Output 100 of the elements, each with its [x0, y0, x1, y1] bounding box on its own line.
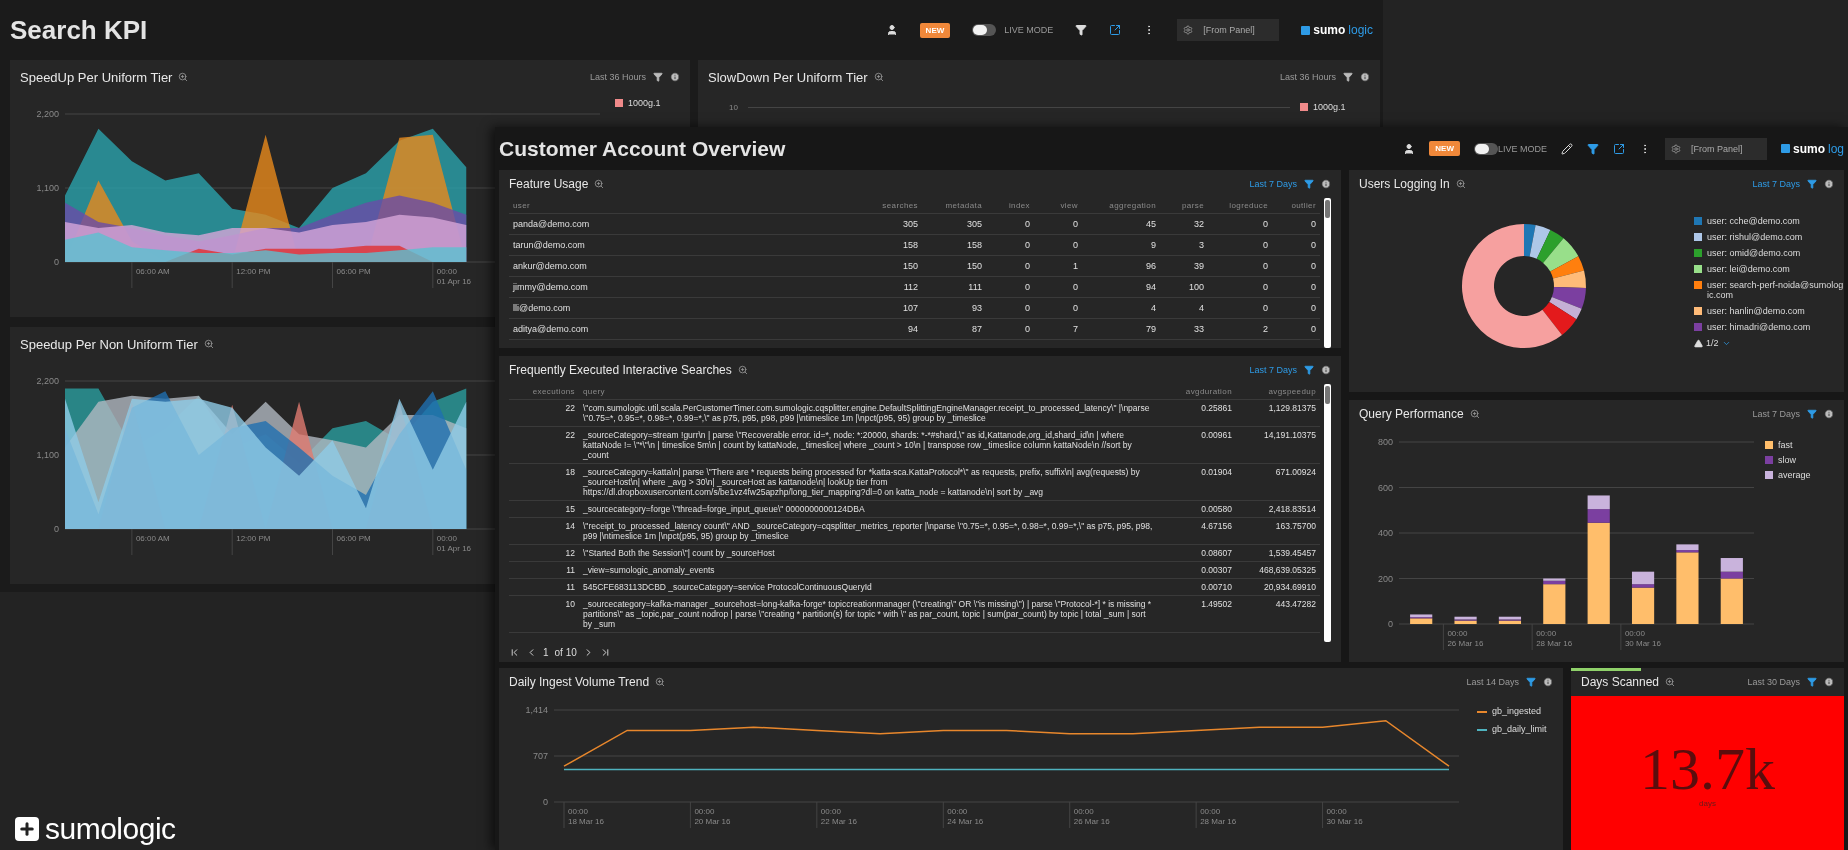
axis-tick-label: 707	[532, 751, 548, 761]
time-range[interactable]: Last 30 Days	[1747, 677, 1800, 687]
column-header[interactable]: searches	[858, 198, 922, 214]
column-header[interactable]: aggregation	[1082, 198, 1160, 214]
filter-icon[interactable]	[653, 72, 663, 82]
pencil-icon[interactable]	[1560, 142, 1573, 155]
info-icon[interactable]	[1360, 72, 1370, 82]
column-header[interactable]: executions	[509, 384, 579, 400]
live-mode-toggle[interactable]	[972, 24, 997, 36]
table-cell: 0	[1272, 234, 1320, 256]
column-header[interactable]: view	[1034, 198, 1082, 214]
table-cell: 94	[858, 318, 922, 340]
info-icon[interactable]	[1824, 409, 1834, 419]
info-icon[interactable]	[670, 72, 680, 82]
panel-title: SlowDown Per Uniform Tier	[708, 69, 868, 85]
zoom-icon[interactable]	[1455, 179, 1466, 189]
column-header[interactable]: user	[509, 198, 858, 214]
page-number[interactable]: 1	[543, 646, 549, 658]
user-icon[interactable]	[885, 24, 898, 36]
axis-tick-label: 00:00 20 Mar 16	[694, 807, 731, 826]
info-icon[interactable]	[1543, 677, 1553, 687]
filter-icon[interactable]	[1586, 142, 1599, 155]
zoom-icon[interactable]	[873, 72, 884, 82]
table-cell: 0.08607	[1158, 544, 1236, 562]
page-up-icon[interactable]	[1694, 338, 1703, 348]
table-cell: 4.67156	[1158, 517, 1236, 545]
live-mode-toggle[interactable]	[1473, 142, 1498, 155]
panel-field[interactable]: [From Panel]	[1664, 137, 1767, 160]
table-cell: 0	[986, 213, 1034, 235]
scrollbar[interactable]	[1324, 198, 1331, 348]
info-icon[interactable]	[1824, 179, 1834, 189]
table-cell: 3	[1160, 234, 1208, 256]
table-cell: 468,639.05325	[1236, 561, 1320, 579]
legend-label: gb_daily_limit	[1492, 724, 1547, 734]
legend-label: average	[1778, 470, 1811, 480]
share-icon[interactable]	[1109, 24, 1122, 36]
time-range[interactable]: Last 14 Days	[1466, 677, 1519, 687]
info-icon[interactable]	[1321, 179, 1331, 189]
column-header[interactable]: parse	[1160, 198, 1208, 214]
time-range[interactable]: Last 36 Hours	[1279, 72, 1336, 82]
column-header[interactable]: index	[986, 198, 1034, 214]
table-cell: 11	[509, 578, 579, 596]
table-cell: 0.00580	[1158, 500, 1236, 518]
table-cell: 671.00924	[1236, 463, 1320, 501]
column-header[interactable]: outlier	[1272, 198, 1320, 214]
table-cell: 4	[1160, 297, 1208, 319]
scrollbar[interactable]	[1324, 384, 1331, 642]
settings-icon	[1670, 143, 1681, 154]
legend-label: slow	[1778, 455, 1796, 465]
axis-tick-label: 600	[1377, 482, 1393, 493]
zoom-icon[interactable]	[655, 677, 666, 687]
column-header[interactable]: metadata	[922, 198, 986, 214]
zoom-icon[interactable]	[203, 339, 214, 349]
column-header[interactable]: avgspeedup	[1236, 384, 1320, 400]
table-cell: 0	[1272, 213, 1320, 235]
table-cell: 0	[1208, 255, 1272, 277]
table-cell: 18	[509, 463, 579, 501]
table-cell: 100	[1160, 276, 1208, 298]
info-icon[interactable]	[1321, 365, 1331, 375]
column-header[interactable]: logreduce	[1208, 198, 1272, 214]
time-range[interactable]: Last 36 Hours	[589, 72, 646, 82]
table-cell: 32	[1160, 213, 1208, 235]
table-cell: 0	[1208, 213, 1272, 235]
zoom-icon[interactable]	[737, 365, 748, 375]
table-cell: 4	[1082, 297, 1160, 319]
table-cell: 2,418.83514	[1236, 500, 1320, 518]
zoom-icon[interactable]	[594, 179, 605, 189]
legend-page: 1/2	[1706, 338, 1719, 348]
table-cell: 0	[1034, 234, 1082, 256]
share-icon[interactable]	[1612, 142, 1625, 155]
first-page-icon[interactable]	[509, 646, 520, 658]
time-range[interactable]: Last 7 Days	[1752, 409, 1800, 419]
panel-title: Query Performance	[1359, 407, 1464, 421]
axis-tick-label: 2,200	[36, 376, 59, 386]
column-header[interactable]: query	[579, 384, 1158, 400]
table-cell: _sourcecategory=kafka-manager _sourcehost=long-kafka-forge* topiccreationmanager (\"creating\" OR \"is missing\") | parse \"Protocol-*] * is missing * partitions\" as _topic,par_count nodrop | parse \"creating * partition(s) for topic * with \" as par_count, topic | sum(par_count) by topic | total _sum | sort by _sum	[579, 595, 1158, 633]
column-header[interactable]: avgduration	[1158, 384, 1236, 400]
time-range[interactable]: Last 7 Days	[1752, 179, 1800, 189]
table-cell: 163.75700	[1236, 517, 1320, 545]
zoom-icon[interactable]	[178, 72, 189, 82]
table-cell: 2	[1208, 318, 1272, 340]
time-range[interactable]: Last 7 Days	[1249, 365, 1297, 375]
info-icon[interactable]	[1824, 677, 1834, 687]
axis-tick-label: 200	[1377, 573, 1393, 584]
table-cell: 0	[1272, 276, 1320, 298]
axis-tick-label: 00:00 18 Mar 16	[568, 807, 605, 826]
legend-label: 1000g.1	[628, 98, 661, 108]
time-range[interactable]: Last 7 Days	[1249, 179, 1297, 189]
panel-field[interactable]: [From Panel]	[1177, 19, 1280, 41]
zoom-icon[interactable]	[1665, 677, 1676, 687]
axis-tick-label: 12:00 PM	[236, 534, 271, 543]
table-cell: _view=sumologic_anomaly_events	[579, 561, 1158, 579]
legend-label: user: cche@demo.com	[1707, 216, 1800, 226]
table-cell: jimmy@demo.com	[509, 276, 858, 298]
filter-icon[interactable]	[1343, 72, 1353, 82]
axis-tick-label: 00:00 24 Mar 16	[947, 807, 984, 826]
zoom-icon[interactable]	[1469, 409, 1480, 419]
user-icon[interactable]	[1403, 142, 1416, 155]
legend-label: fast	[1778, 440, 1793, 450]
table-cell: 39	[1160, 255, 1208, 277]
